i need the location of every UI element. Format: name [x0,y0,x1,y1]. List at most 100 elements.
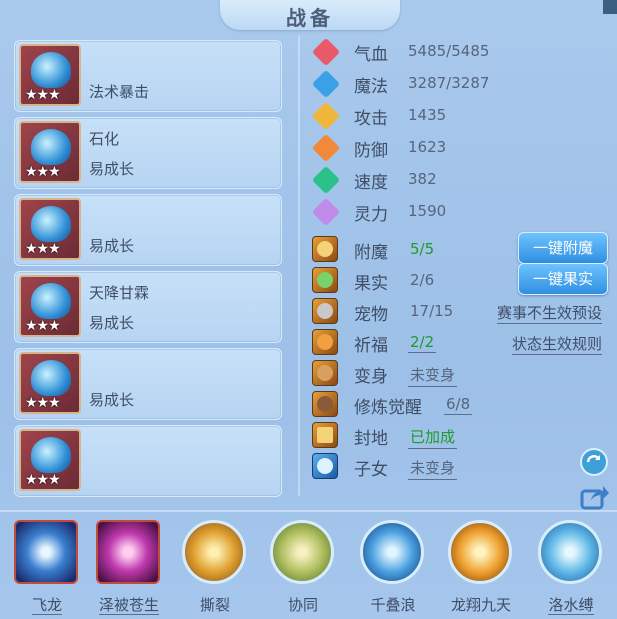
spirit-icon [311,197,341,227]
stat-label: 魔法 [354,77,388,97]
fief-icon [312,422,338,448]
row-label: 子女 [354,460,388,480]
stat-value: 3287/3287 [408,74,490,92]
skill-name: 飞龙 [31,596,62,615]
star-rating: ★★★ [25,318,61,334]
one-click-fruit-button[interactable]: 一键果实 [518,263,608,295]
skill-icon [360,520,424,584]
row-enchant: 附魔 5/5 一键附魔 [312,232,608,264]
row-fruit: 果实 2/6 一键果实 [312,263,608,295]
window-corner [603,0,617,14]
row-child: 子女 未变身 [312,453,608,481]
column-divider [298,36,300,496]
row-label: 宠物 [354,305,388,325]
row-label: 封地 [354,429,388,449]
row-value: 17/15 [410,302,454,320]
slot-trait: 易成长 [89,237,135,255]
equipment-icon: ★★★ [19,275,81,337]
heart-icon [311,37,341,67]
stat-value: 5485/5485 [408,42,490,60]
stat-label: 灵力 [354,205,388,225]
skill-icon [270,520,334,584]
lightning-icon [311,165,341,195]
skill-icon [14,520,78,584]
slot-trait: 法术暴击 [89,83,150,101]
stat-value: 1590 [408,202,447,220]
equipment-slot-5[interactable]: ★★★ 易成长 [14,348,282,420]
star-rating: ★★★ [25,472,61,488]
one-click-enchant-button[interactable]: 一键附魔 [518,232,608,264]
slot-trait: 易成长 [89,314,135,332]
skill-icon [448,520,512,584]
battle-prep-panel: 战备 ★★★ 法术暴击 ★★★ 石化 易成长 ★★★ 易成长 ★★★ 天降甘霖 … [0,0,617,619]
enchant-icon [312,236,338,262]
skill-name: 千叠浪 [370,596,416,614]
row-value[interactable]: 6/8 [444,395,473,415]
title-bar: 战备 [220,0,400,30]
row-label: 变身 [354,367,388,387]
pet-icon [312,298,338,324]
skill-name: 泽被苍生 [98,596,159,615]
slot-skill-name: 天降甘霖 [89,284,150,302]
child-icon [312,453,338,479]
skill-icon [96,520,160,584]
refresh-icon[interactable] [579,447,609,477]
event-preset-link[interactable]: 赛事不生效预设 [496,302,602,324]
skill-name: 撕裂 [199,596,230,614]
skill-name: 洛水缚 [548,596,594,615]
equipment-slot-1[interactable]: ★★★ 法术暴击 [14,40,282,112]
slot-trait: 易成长 [89,391,135,409]
skill-name: 龙翔九天 [450,596,511,614]
stat-label: 速度 [354,173,388,193]
cultivate-icon [312,391,338,417]
row-label: 附魔 [354,243,388,263]
row-fief: 封地 已加成 [312,422,608,450]
row-label: 果实 [354,274,388,294]
transform-icon [312,360,338,386]
equipment-slot-6[interactable]: ★★★ [14,425,282,497]
row-value[interactable]: 已加成 [408,426,458,449]
equipment-icon: ★★★ [19,44,81,106]
row-value: 5/5 [410,240,435,258]
slot-skill-name: 石化 [89,130,120,148]
skills-divider [0,510,617,512]
equipment-slot-2[interactable]: ★★★ 石化 易成长 [14,117,282,189]
blessing-icon [312,329,338,355]
stat-value: 382 [408,170,437,188]
status-rules-link[interactable]: 状态生效规则 [511,333,602,355]
row-pet: 宠物 17/15 赛事不生效预设 [312,298,608,326]
row-cultivate: 修炼觉醒 6/8 [312,391,608,419]
fruit-icon [312,267,338,293]
star-rating: ★★★ [25,164,61,180]
share-icon[interactable] [579,482,609,512]
row-label: 修炼觉醒 [354,398,422,418]
skill-icon [182,520,246,584]
sword-icon [311,101,341,131]
stat-label: 攻击 [354,109,388,129]
row-value[interactable]: 2/2 [408,333,437,353]
star-rating: ★★★ [25,395,61,411]
shield-icon [311,133,341,163]
row-value[interactable]: 未变身 [408,364,458,387]
stat-value: 1435 [408,106,447,124]
slot-trait: 易成长 [89,160,135,178]
stat-label: 防御 [354,141,388,161]
skill-icon [538,520,602,584]
skill-name: 协同 [287,596,318,614]
equipment-icon: ★★★ [19,429,81,491]
row-blessing: 祈福 2/2 状态生效规则 [312,329,608,357]
page-title: 战备 [286,6,334,30]
mana-icon [311,69,341,99]
equipment-icon: ★★★ [19,198,81,260]
row-label: 祈福 [354,336,388,356]
row-value: 2/6 [410,271,435,289]
stat-label: 气血 [354,45,388,65]
star-rating: ★★★ [25,87,61,103]
equipment-icon: ★★★ [19,352,81,414]
row-value[interactable]: 未变身 [408,457,458,480]
star-rating: ★★★ [25,241,61,257]
equipment-slot-3[interactable]: ★★★ 易成长 [14,194,282,266]
stat-value: 1623 [408,138,447,156]
equipment-slot-4[interactable]: ★★★ 天降甘霖 易成长 [14,271,282,343]
equipment-icon: ★★★ [19,121,81,183]
